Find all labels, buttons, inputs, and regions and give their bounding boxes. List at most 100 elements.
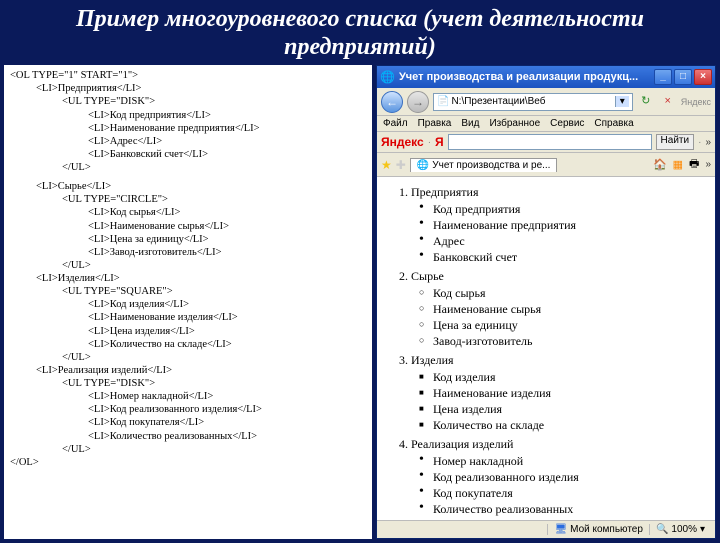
code-line: <UL TYPE="DISK"> — [62, 95, 366, 108]
search-provider: Яндекс — [681, 97, 711, 107]
content-row: <OL TYPE="1" START="1"> <LI>Предприятия<… — [0, 65, 720, 543]
favorites-star-icon[interactable]: ★ — [381, 158, 392, 172]
yandex-search-button[interactable]: Найти — [656, 134, 695, 150]
list-item: Наименование сырья — [433, 302, 705, 317]
menu-file[interactable]: Файл — [383, 118, 408, 129]
sublist: Код сырья Наименование сырья Цена за еди… — [411, 286, 705, 349]
ordered-list: Предприятия Код предприятия Наименование… — [387, 185, 705, 517]
code-line: </UL> — [62, 259, 366, 272]
code-line: <UL TYPE="DISK"> — [62, 377, 366, 390]
address-text: N:\Презентации\Веб — [451, 96, 545, 107]
rss-icon[interactable]: ▦ — [673, 158, 683, 171]
code-line: <LI>Цена изделия</LI> — [88, 325, 366, 338]
list-title: Реализация изделий — [411, 437, 513, 451]
code-line: <LI>Номер накладной</LI> — [88, 390, 366, 403]
menu-tools[interactable]: Сервис — [550, 118, 584, 129]
code-line: </UL> — [62, 161, 366, 174]
list-item: Наименование изделия — [433, 386, 705, 401]
print-icon[interactable]: 🖶 — [689, 155, 699, 174]
code-line: <LI>Код покупателя</LI> — [88, 416, 366, 429]
code-line: <LI>Изделия</LI> — [36, 272, 366, 285]
folder-icon: 📄 — [437, 96, 449, 107]
tab-bar: ★ ✚ 🌐 Учет производства и ре... 🏠 ▦ 🖶 » — [377, 153, 715, 177]
code-line: <LI>Код сырья</LI> — [88, 206, 366, 219]
forward-button[interactable]: → — [407, 91, 429, 113]
yandex-logo: Яндекс — [381, 135, 424, 149]
refresh-button[interactable]: ↻ — [637, 93, 655, 111]
menu-help[interactable]: Справка — [594, 118, 633, 129]
address-bar: ← → 📄 N:\Презентации\Веб ▾ ↻ × Яндекс — [377, 88, 715, 116]
browser-window: 🌐 Учет производства и реализации продукц… — [376, 65, 716, 539]
list-item: Цена изделия — [433, 402, 705, 417]
code-panel: <OL TYPE="1" START="1"> <LI>Предприятия<… — [4, 65, 372, 539]
address-dropdown[interactable]: ▾ — [615, 96, 629, 107]
code-line: <LI>Код предприятия</LI> — [88, 109, 366, 122]
code-line: <UL TYPE="CIRCLE"> — [62, 193, 366, 206]
add-favorites-icon[interactable]: ✚ — [396, 158, 406, 172]
code-line: </UL> — [62, 443, 366, 456]
list-item: Код предприятия — [433, 202, 705, 217]
chevron-right-icon[interactable]: » — [705, 159, 711, 170]
list-title: Изделия — [411, 353, 454, 367]
zoom-icon: 🔍 — [656, 524, 668, 535]
list-title: Предприятия — [411, 185, 479, 199]
chevron-right-icon[interactable]: » — [705, 137, 711, 148]
ie-icon: 🌐 — [380, 70, 395, 84]
home-icon[interactable]: 🏠 — [653, 158, 667, 171]
maximize-button[interactable]: □ — [674, 69, 692, 85]
yandex-search-input[interactable] — [448, 134, 652, 150]
titlebar[interactable]: 🌐 Учет производства и реализации продукц… — [377, 66, 715, 88]
code-line: <LI>Наименование предприятия</LI> — [88, 122, 366, 135]
list-item: Код сырья — [433, 286, 705, 301]
menu-favorites[interactable]: Избранное — [489, 118, 540, 129]
security-zone: 🖥 Мой компьютер — [547, 524, 649, 535]
browser-tab[interactable]: 🌐 Учет производства и ре... — [410, 158, 558, 172]
list-item: Количество реализованных — [433, 502, 705, 517]
list-item: Количество на складе — [433, 418, 705, 433]
computer-icon: 🖥 — [554, 524, 567, 535]
zone-label: Мой компьютер — [570, 524, 643, 535]
menu-view[interactable]: Вид — [461, 118, 479, 129]
list-item: Завод-изготовитель — [433, 334, 705, 349]
list-item: Код реализованного изделия — [433, 470, 705, 485]
list-item: Код покупателя — [433, 486, 705, 501]
yandex-toolbar: Яндекс · Я Найти · » — [377, 132, 715, 153]
list-item: Банковский счет — [433, 250, 705, 265]
menu-edit[interactable]: Правка — [418, 118, 452, 129]
code-line: <LI>Количество на складе</LI> — [88, 338, 366, 351]
sublist: Код предприятия Наименование предприятия… — [411, 202, 705, 265]
code-line: </UL> — [62, 351, 366, 364]
tab-title: Учет производства и ре... — [432, 160, 550, 171]
code-line: <LI>Наименование изделия</LI> — [88, 311, 366, 324]
zoom-value: 100% — [671, 524, 697, 535]
list-item: Код изделия — [433, 370, 705, 385]
window-title: Учет производства и реализации продукц..… — [399, 71, 638, 83]
zoom-control[interactable]: 🔍 100% ▾ — [649, 524, 711, 535]
list-item: Реализация изделий Номер накладной Код р… — [411, 437, 705, 517]
minimize-button[interactable]: _ — [654, 69, 672, 85]
code-line: <LI>Завод-изготовитель</LI> — [88, 246, 366, 259]
code-line: <LI>Код изделия</LI> — [88, 298, 366, 311]
code-line: <LI>Код реализованного изделия</LI> — [88, 403, 366, 416]
list-title: Сырье — [411, 269, 444, 283]
list-item: Цена за единицу — [433, 318, 705, 333]
code-line: <LI>Наименование сырья</LI> — [88, 220, 366, 233]
code-line: <LI>Предприятия</LI> — [36, 82, 366, 95]
code-line: <LI>Сырье</LI> — [36, 180, 366, 193]
list-item: Изделия Код изделия Наименование изделия… — [411, 353, 705, 433]
ie-tab-icon: 🌐 — [417, 160, 429, 171]
address-input[interactable]: 📄 N:\Презентации\Веб ▾ — [433, 93, 633, 111]
chevron-down-icon: ▾ — [700, 524, 705, 535]
close-button[interactable]: × — [694, 69, 712, 85]
list-item: Номер накладной — [433, 454, 705, 469]
page-content: Предприятия Код предприятия Наименование… — [377, 177, 715, 520]
code-line: </OL> — [10, 456, 366, 469]
stop-button[interactable]: × — [659, 93, 677, 111]
code-line: <LI>Количество реализованных</LI> — [88, 430, 366, 443]
menu-bar: Файл Правка Вид Избранное Сервис Справка — [377, 116, 715, 132]
back-button[interactable]: ← — [381, 91, 403, 113]
code-line: <LI>Банковский счет</LI> — [88, 148, 366, 161]
sublist: Код изделия Наименование изделия Цена из… — [411, 370, 705, 433]
code-line: <LI>Цена за единицу</LI> — [88, 233, 366, 246]
ya-icon: Я — [435, 135, 444, 149]
